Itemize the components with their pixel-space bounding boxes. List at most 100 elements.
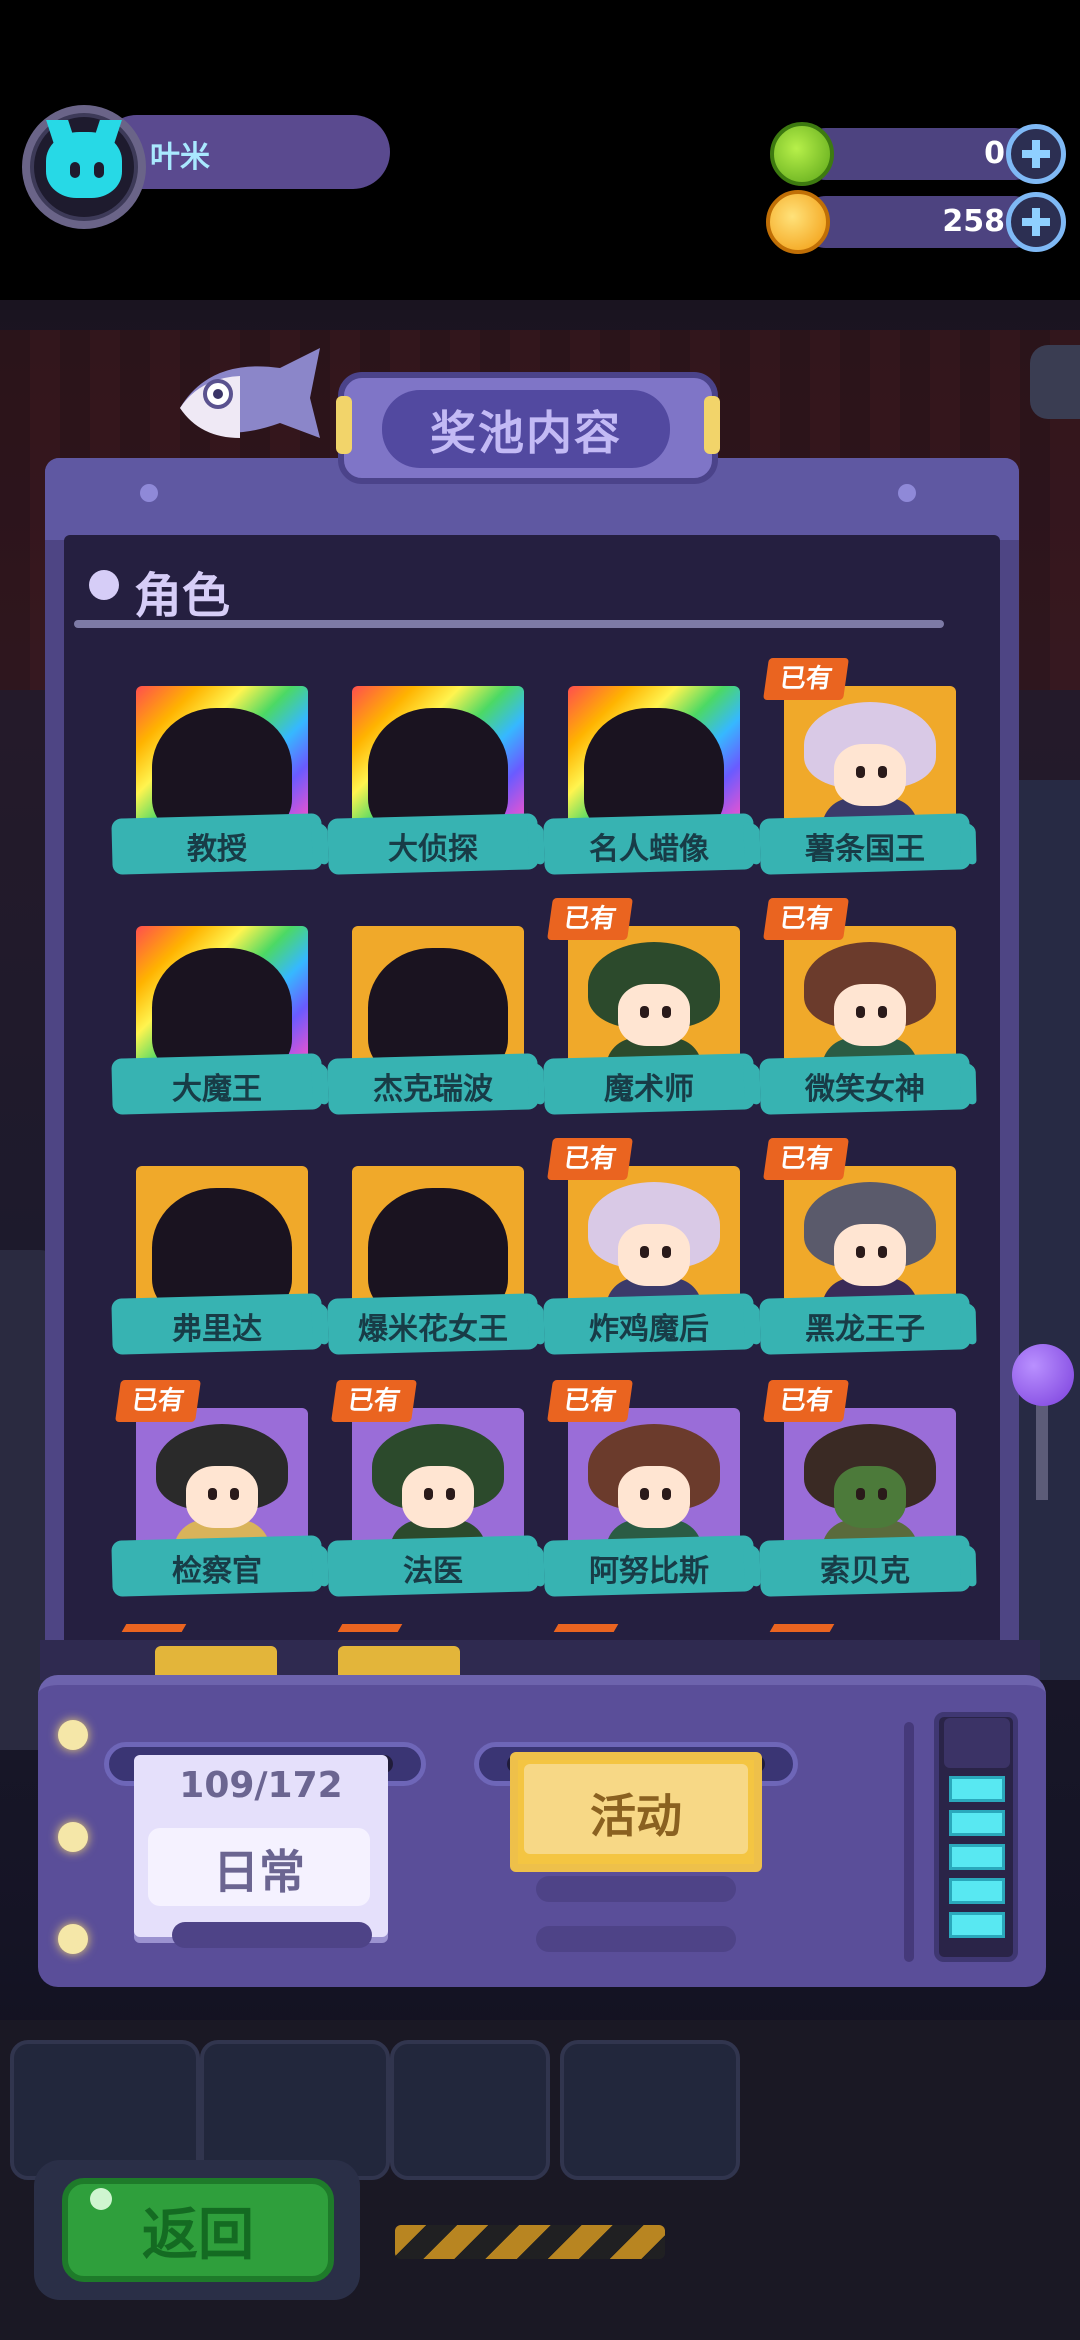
add-gem-button[interactable] <box>1006 124 1066 184</box>
character-name: 检察官 <box>172 1554 262 1589</box>
character-portrait <box>136 1166 308 1306</box>
character-card[interactable]: 弗里达 <box>111 1166 323 1366</box>
character-name: 名人蜡像 <box>589 832 709 867</box>
character-name: 大魔王 <box>172 1072 262 1107</box>
console-tab <box>155 1646 277 1678</box>
owned-badge: 已有 <box>547 1138 633 1180</box>
indicator-light <box>58 1924 88 1954</box>
character-portrait <box>352 926 524 1066</box>
character-card[interactable]: 魔术师 已有 <box>543 898 755 1126</box>
cat-avatar-icon <box>46 132 122 198</box>
character-name: 教授 <box>187 832 247 867</box>
background-timer-slot <box>390 2040 550 2180</box>
character-card[interactable]: 检察官 已有 <box>111 1380 323 1608</box>
console-tab <box>338 1646 460 1678</box>
slot-shadow <box>172 1922 372 1948</box>
character-art-icon <box>804 942 936 1066</box>
character-card[interactable]: 索贝克 已有 <box>759 1380 971 1608</box>
locked-silhouette-icon <box>584 708 724 826</box>
rivet <box>898 484 916 502</box>
character-name: 大侦探 <box>388 832 478 867</box>
character-portrait <box>352 1166 524 1306</box>
character-card[interactable]: 阿努比斯 已有 <box>543 1380 755 1608</box>
character-portrait <box>136 926 308 1066</box>
section-divider <box>74 620 944 628</box>
character-card[interactable]: 杰克瑞波 <box>327 926 539 1126</box>
character-card[interactable]: 教授 <box>111 686 323 886</box>
console-separator <box>904 1722 914 1962</box>
hazard-stripe <box>395 2225 665 2259</box>
character-portrait <box>568 686 740 826</box>
character-card[interactable]: 黑龙王子 已有 <box>759 1138 971 1366</box>
background-timer-slot <box>560 2040 740 2180</box>
character-name: 爆米花女王 <box>358 1312 508 1347</box>
avatar-eye <box>94 162 104 178</box>
owned-badge-peek <box>769 1624 835 1632</box>
character-card[interactable]: 大魔王 <box>111 926 323 1126</box>
character-card[interactable]: 炸鸡魔后 已有 <box>543 1138 755 1366</box>
energy-cell <box>949 1912 1005 1938</box>
character-art-icon <box>804 702 936 826</box>
back-button-label: 返回 <box>142 2203 254 2268</box>
slot-shadow <box>536 1926 736 1952</box>
character-name: 法医 <box>403 1554 463 1589</box>
owned-badge-peek <box>553 1624 619 1632</box>
character-name: 薯条国王 <box>805 832 925 867</box>
character-portrait <box>784 1166 956 1306</box>
character-card[interactable]: 大侦探 <box>327 686 539 886</box>
background-timer-slot <box>10 2040 200 2180</box>
daily-collected-count: 109/172 <box>179 1765 343 1806</box>
owned-badge: 已有 <box>763 1138 849 1180</box>
character-name: 阿努比斯 <box>589 1554 709 1589</box>
lever-knob[interactable] <box>1012 1344 1074 1406</box>
event-pool-label: 活动 <box>590 1789 682 1843</box>
locked-silhouette-icon <box>152 708 292 826</box>
character-art-icon <box>804 1182 936 1306</box>
character-art-icon <box>588 1182 720 1306</box>
character-name: 魔术师 <box>604 1072 694 1107</box>
character-card[interactable]: 薯条国王 已有 <box>759 658 971 886</box>
owned-badge: 已有 <box>115 1380 201 1422</box>
locked-silhouette-icon <box>152 948 292 1066</box>
character-card[interactable]: 微笑女神 已有 <box>759 898 971 1126</box>
title-tab <box>704 396 720 454</box>
gold-planet-coin-icon <box>766 190 830 254</box>
locked-silhouette-icon <box>152 1188 292 1306</box>
owned-badge: 已有 <box>547 898 633 940</box>
energy-cell <box>949 1810 1005 1836</box>
character-art-icon <box>156 1424 288 1548</box>
character-portrait <box>568 1408 740 1548</box>
title-tab <box>336 396 352 454</box>
locked-silhouette-icon <box>368 708 508 826</box>
green-gem-icon <box>770 122 834 186</box>
character-portrait <box>568 926 740 1066</box>
character-card[interactable]: 名人蜡像 <box>543 686 755 886</box>
daily-pool-label: 日常 <box>213 1845 305 1899</box>
energy-cell <box>949 1844 1005 1870</box>
energy-cell <box>949 1776 1005 1802</box>
add-coin-button[interactable] <box>1006 192 1066 252</box>
indicator-light <box>58 1720 88 1750</box>
background-timer-slot <box>200 2040 390 2180</box>
character-art-icon <box>804 1424 936 1548</box>
character-portrait <box>784 1408 956 1548</box>
owned-badge: 已有 <box>547 1380 633 1422</box>
character-portrait <box>784 926 956 1066</box>
character-portrait <box>136 686 308 826</box>
gem-count: 0 <box>984 136 1005 171</box>
character-portrait <box>568 1166 740 1306</box>
character-art-icon <box>372 1424 504 1548</box>
character-name: 微笑女神 <box>805 1072 925 1107</box>
character-portrait <box>352 1408 524 1548</box>
character-name: 杰克瑞波 <box>373 1072 493 1107</box>
section-title: 角色 <box>134 568 231 624</box>
character-portrait <box>784 686 956 826</box>
side-drawer-handle[interactable] <box>1030 345 1080 419</box>
character-card[interactable]: 爆米花女王 <box>327 1166 539 1366</box>
locked-silhouette-icon <box>368 948 508 1066</box>
owned-badge-peek <box>337 1624 403 1632</box>
owned-badge: 已有 <box>331 1380 417 1422</box>
character-card[interactable]: 法医 已有 <box>327 1380 539 1608</box>
owned-badge: 已有 <box>763 658 849 700</box>
section-bullet-icon <box>89 570 119 600</box>
